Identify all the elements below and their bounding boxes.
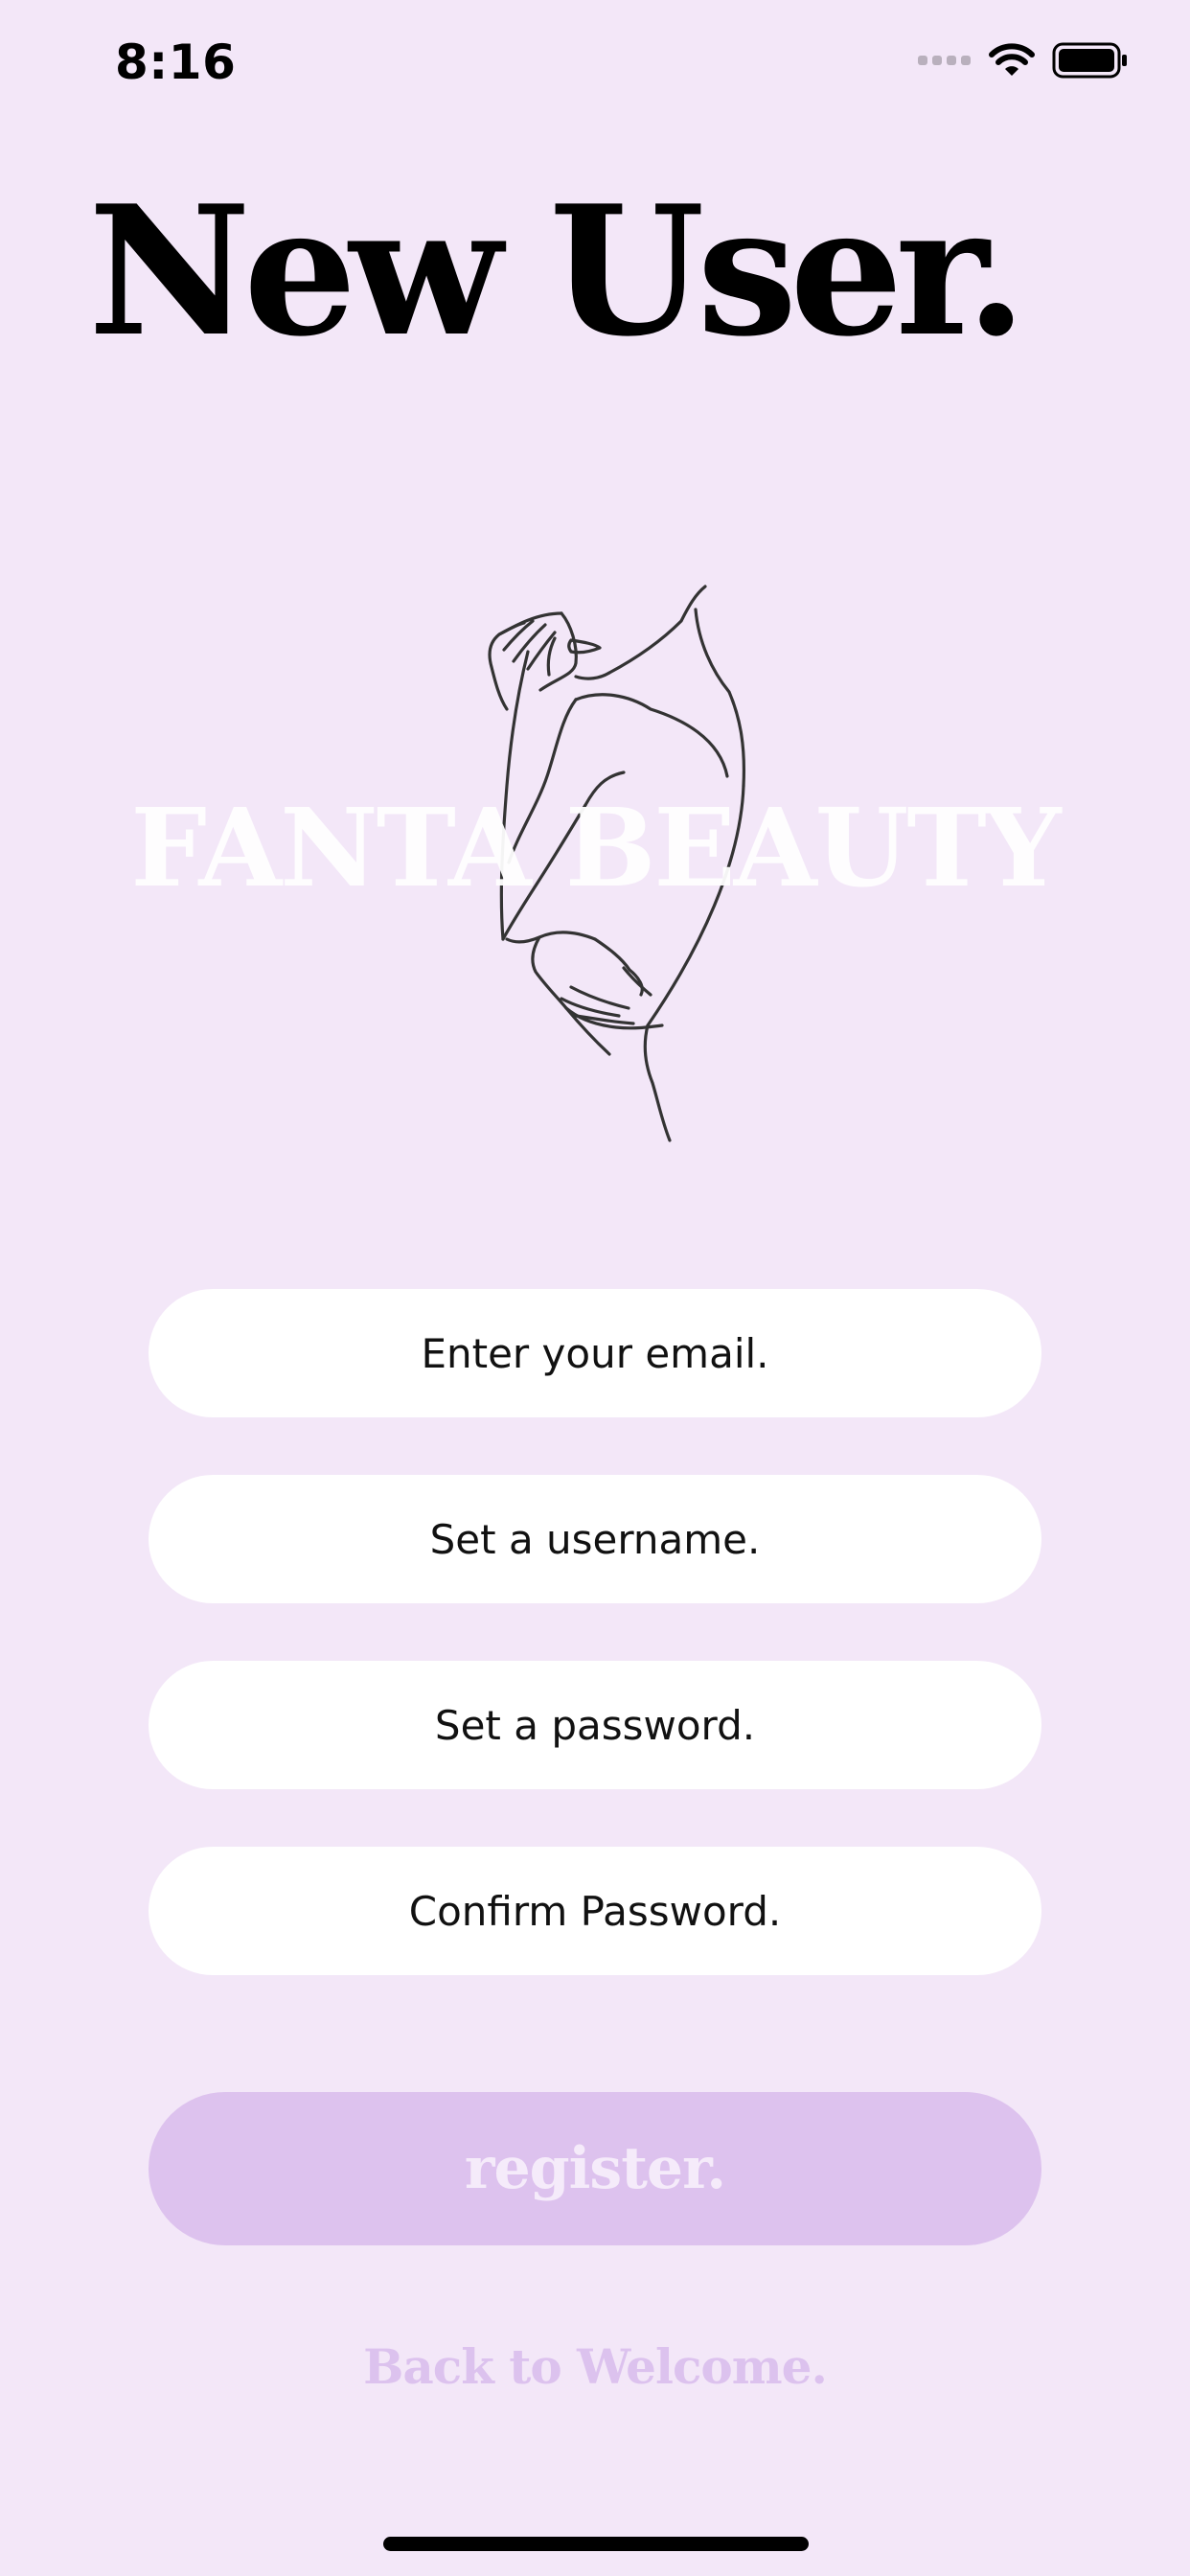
status-time: 8:16	[115, 34, 237, 90]
username-field[interactable]	[149, 1475, 1041, 1603]
register-button[interactable]: register.	[149, 2092, 1041, 2245]
wifi-icon	[989, 43, 1035, 82]
home-indicator[interactable]	[383, 2537, 809, 2551]
status-bar: 8:16	[0, 0, 1190, 125]
password-field[interactable]	[149, 1661, 1041, 1789]
status-icons	[918, 42, 1129, 83]
brand-logo-text: FANTA BEAUTY	[130, 786, 1061, 911]
back-to-welcome-link[interactable]: Back to Welcome.	[0, 2338, 1190, 2395]
confirm-password-field[interactable]	[149, 1847, 1041, 1975]
battery-icon	[1052, 42, 1129, 83]
email-field[interactable]	[149, 1289, 1041, 1417]
page-title: New User.	[88, 166, 1027, 376]
cellular-signal-icon	[918, 54, 972, 72]
